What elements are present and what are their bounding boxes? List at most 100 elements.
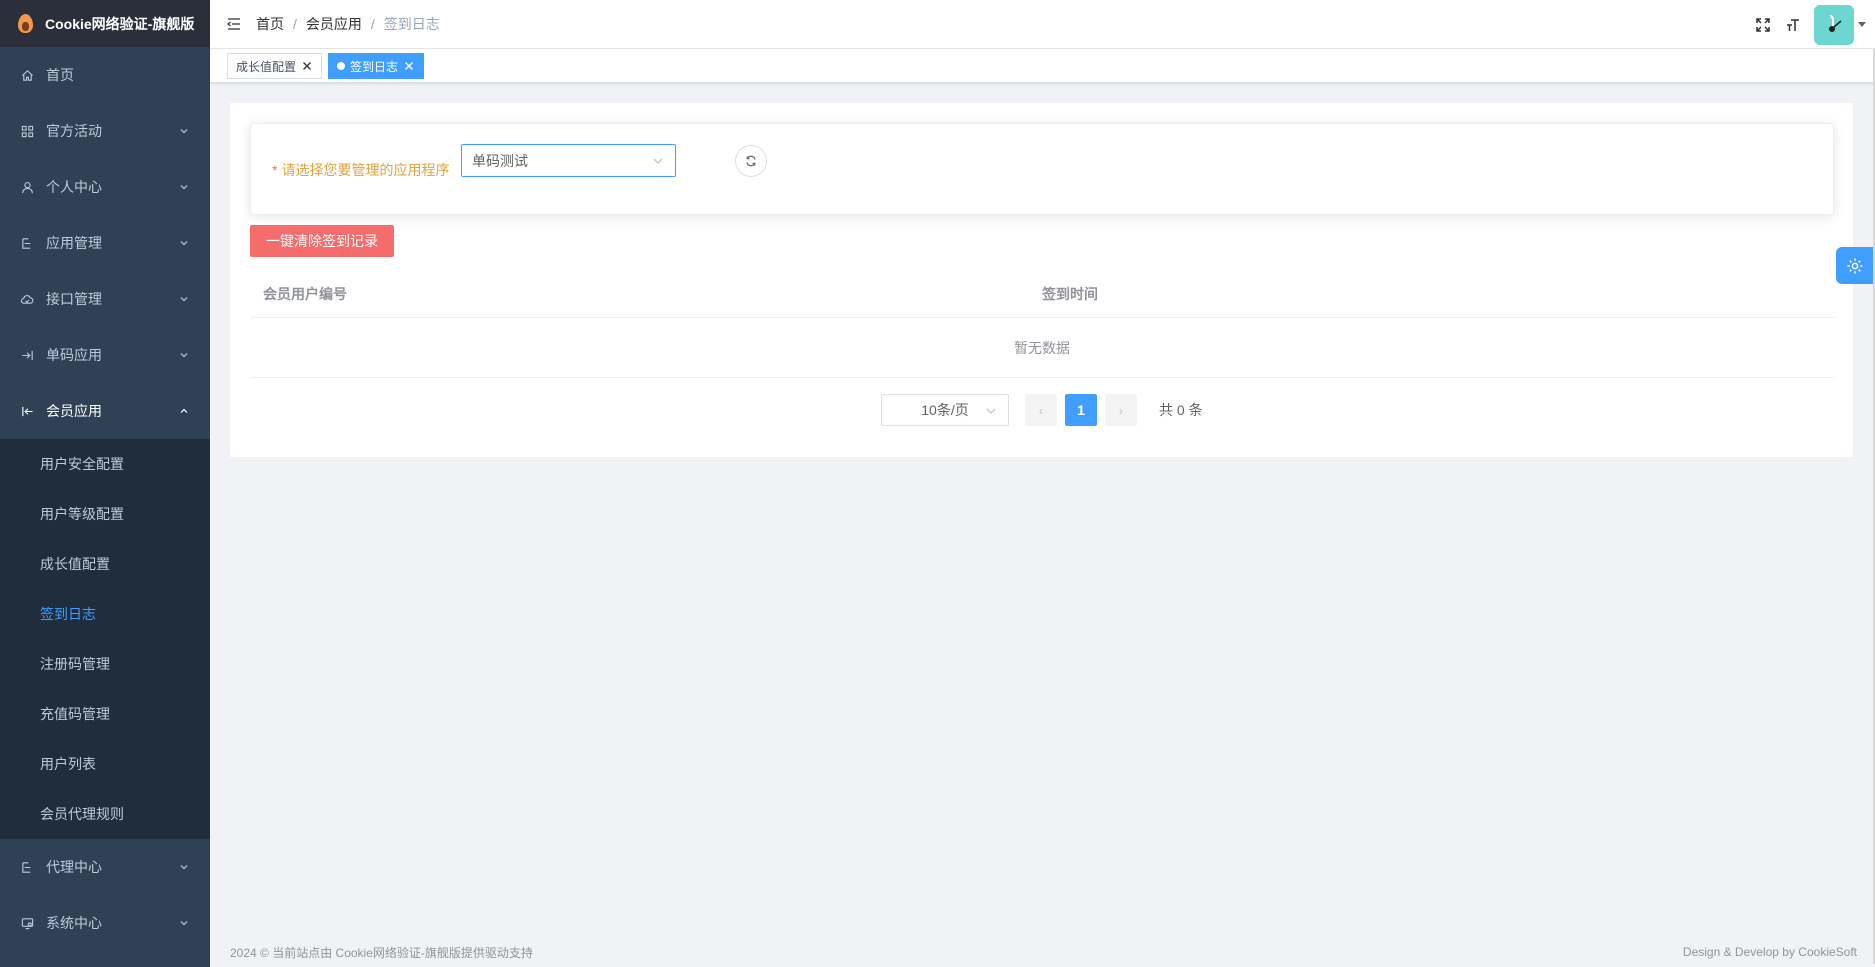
- clear-signin-records-button[interactable]: 一键清除签到记录: [250, 225, 394, 257]
- tab-signin-log[interactable]: 签到日志: [328, 53, 425, 79]
- pagination-total: 共 0 条: [1159, 402, 1203, 418]
- sidebar-item-home[interactable]: 首页: [0, 47, 210, 103]
- tree-icon: [20, 860, 34, 874]
- active-dot: [337, 62, 345, 70]
- chevron-down-icon: [178, 917, 190, 929]
- chevron-down-icon: [178, 181, 190, 193]
- main-panel: * 请选择您要管理的应用程序 单码测试 一键清除签到记录 会员用户编号 签到时间 …: [230, 103, 1853, 457]
- footer: 2024 © 当前站点由 Cookie网络验证-旗舰版提供驱动支持 Design…: [210, 940, 1875, 964]
- hamburger-icon[interactable]: [227, 17, 241, 31]
- next-page-button[interactable]: ›: [1105, 394, 1137, 426]
- sidebar-item-label: 个人中心: [46, 179, 102, 195]
- filter-card: * 请选择您要管理的应用程序 单码测试: [250, 123, 1834, 215]
- sidebar-item-app-management[interactable]: 应用管理: [0, 215, 210, 271]
- tab-label: 签到日志: [350, 59, 399, 74]
- sidebar-item-label: 接口管理: [46, 291, 102, 307]
- monitor-icon: [20, 916, 34, 930]
- chevron-down-icon: [178, 349, 190, 361]
- app-select-label: * 请选择您要管理的应用程序: [272, 160, 449, 180]
- app-select-label-text: 请选择您要管理的应用程序: [281, 162, 450, 178]
- sidebar-item-label: 应用管理: [46, 235, 102, 251]
- tags-view: 成长值配置 签到日志: [210, 49, 1875, 83]
- refresh-icon: [745, 155, 757, 167]
- chevron-down-icon: [178, 125, 190, 137]
- sidebar-item-member-app[interactable]: 会员应用: [0, 383, 210, 439]
- sidebar-subitem-user-list[interactable]: 用户列表: [0, 739, 210, 789]
- sidebar-subitem-user-security[interactable]: 用户安全配置: [0, 439, 210, 489]
- user-icon: [20, 180, 34, 194]
- home-icon: [20, 68, 34, 82]
- breadcrumb: 首页 / 会员应用 / 签到日志: [256, 14, 440, 34]
- sidebar-subitem-label: 用户安全配置: [40, 456, 124, 472]
- signin-log-table: 会员用户编号 签到时间 暂无数据: [250, 271, 1834, 378]
- breadcrumb-item-member-app[interactable]: 会员应用: [306, 14, 362, 34]
- breadcrumb-item-home[interactable]: 首页: [256, 14, 284, 34]
- chevron-down-icon: [178, 293, 190, 305]
- settings-button[interactable]: [1836, 247, 1873, 284]
- sidebar-subitem-user-level[interactable]: 用户等级配置: [0, 489, 210, 539]
- page-number-current[interactable]: 1: [1065, 394, 1097, 426]
- sidebar-item-system-center[interactable]: 系统中心: [0, 895, 210, 951]
- table-header: 会员用户编号 签到时间: [250, 271, 1834, 318]
- sidebar-item-activities[interactable]: 官方活动: [0, 103, 210, 159]
- tab-growth-config[interactable]: 成长值配置: [227, 53, 323, 79]
- column-header-signin-time[interactable]: 签到时间: [1042, 284, 1834, 304]
- sidebar-subitem-label: 成长值配置: [40, 556, 110, 572]
- sidebar-item-single-code[interactable]: 单码应用: [0, 327, 210, 383]
- sidebar-item-label: 单码应用: [46, 347, 102, 363]
- close-icon[interactable]: [403, 60, 415, 72]
- logo-bar[interactable]: Cookie网络验证-旗舰版: [0, 0, 210, 47]
- table-empty-text: 暂无数据: [250, 318, 1834, 378]
- sidebar-item-agent-center[interactable]: 代理中心: [0, 839, 210, 895]
- caret-down-icon[interactable]: [1856, 19, 1868, 31]
- app-logo: [17, 13, 34, 34]
- column-header-member-id[interactable]: 会员用户编号: [250, 284, 1042, 304]
- pagination: 10条/页 ‹ 1 › 共 0 条: [881, 394, 1203, 426]
- top-navbar: 首页 / 会员应用 / 签到日志: [210, 0, 1875, 49]
- app-select[interactable]: 单码测试: [461, 144, 676, 177]
- page-size-select[interactable]: 10条/页: [881, 394, 1009, 426]
- sidebar-subitem-register-code[interactable]: 注册码管理: [0, 639, 210, 689]
- refresh-button[interactable]: [735, 145, 767, 177]
- sidebar-item-label: 系统中心: [46, 915, 102, 931]
- fullscreen-icon[interactable]: [1748, 10, 1778, 40]
- footer-credit: Design & Develop by CookieSoft: [1682, 945, 1857, 959]
- font-size-icon[interactable]: [1778, 10, 1808, 40]
- sidebar-item-label: 首页: [46, 67, 74, 83]
- cloud-icon: [20, 292, 34, 306]
- tree-icon: [20, 236, 34, 250]
- sidebar-subitem-recharge-code[interactable]: 充值码管理: [0, 689, 210, 739]
- sidebar-item-profile[interactable]: 个人中心: [0, 159, 210, 215]
- sidebar-subitem-label: 注册码管理: [40, 656, 110, 672]
- chevron-down-icon: [651, 154, 665, 168]
- breadcrumb-separator: /: [293, 16, 297, 32]
- app-select-value: 单码测试: [472, 152, 528, 169]
- sidebar-subitem-growth-config[interactable]: 成长值配置: [0, 539, 210, 589]
- sidebar-subitem-label: 签到日志: [40, 606, 96, 622]
- submenu-member-app: 用户安全配置 用户等级配置 成长值配置 签到日志 注册码管理 充值码管理 用户列…: [0, 439, 210, 839]
- breadcrumb-separator: /: [370, 16, 375, 32]
- gear-icon: [1846, 257, 1864, 275]
- avatar[interactable]: [1814, 4, 1854, 45]
- chevron-up-icon: [178, 405, 190, 417]
- tab-label: 成长值配置: [236, 59, 297, 74]
- sidebar-item-label: 会员应用: [46, 403, 102, 419]
- logout-icon: [20, 404, 34, 418]
- sidebar-item-api-management[interactable]: 接口管理: [0, 271, 210, 327]
- page-size-value: 10条/页: [921, 402, 969, 418]
- chevron-down-icon: [178, 237, 190, 249]
- app-title: Cookie网络验证-旗舰版: [45, 15, 195, 32]
- prev-page-button[interactable]: ‹: [1025, 394, 1057, 426]
- breadcrumb-item-current: 签到日志: [383, 16, 440, 32]
- sidebar-item-label: 官方活动: [46, 123, 102, 139]
- sidebar: Cookie网络验证-旗舰版 首页 官方活动 个人中心 应用管理 接口管理 单码…: [0, 0, 210, 967]
- sidebar-subitem-label: 用户列表: [40, 756, 96, 772]
- sidebar-item-label: 代理中心: [46, 859, 102, 875]
- sidebar-subitem-label: 充值码管理: [40, 706, 110, 722]
- sidebar-subitem-agent-rules[interactable]: 会员代理规则: [0, 789, 210, 839]
- sidebar-subitem-signin-log[interactable]: 签到日志: [0, 589, 210, 639]
- chevron-down-icon: [178, 861, 190, 873]
- sidebar-subitem-label: 用户等级配置: [40, 506, 124, 522]
- close-icon[interactable]: [301, 60, 313, 72]
- chevron-down-icon: [984, 404, 998, 418]
